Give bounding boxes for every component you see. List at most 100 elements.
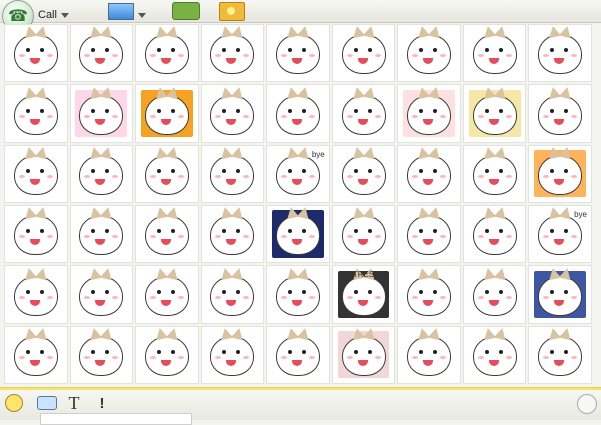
emoticon-cell[interactable] (462, 325, 527, 384)
emoticon-blush (571, 54, 578, 58)
emoticon-cell[interactable] (69, 325, 134, 384)
emoticon-cell[interactable] (69, 204, 134, 264)
emoticon-cell[interactable] (135, 204, 199, 264)
emoticon-cell[interactable] (397, 265, 461, 324)
emoticon-cell[interactable] (462, 24, 527, 83)
emoticon-face (144, 145, 189, 195)
font-button[interactable]: T (66, 393, 82, 413)
emoticon-blush (215, 174, 222, 178)
emoticon-cell[interactable] (397, 325, 461, 384)
emoticon-face (144, 25, 189, 75)
emoticon-cell[interactable]: bye (266, 144, 330, 203)
emoticon-cell[interactable] (69, 144, 134, 203)
emoticon-cell[interactable] (266, 84, 330, 143)
emoticon-face (472, 326, 517, 376)
emoticon-ear (427, 266, 443, 280)
chevron-down-icon[interactable] (138, 12, 146, 18)
emoticon-cell[interactable] (200, 24, 265, 83)
emoticon-ear (296, 326, 312, 341)
emoticon-mouth (291, 239, 302, 246)
emoticon-cell[interactable] (4, 24, 68, 83)
emoticon-cell[interactable] (462, 265, 527, 324)
emoticon-cell[interactable] (462, 204, 527, 264)
emoticon-face (341, 145, 386, 195)
emoticon-cell[interactable] (4, 144, 68, 203)
emoticon-cell[interactable] (4, 204, 68, 264)
emoticon-cell[interactable] (266, 24, 330, 83)
emoticon-cell[interactable] (528, 265, 592, 324)
emoticon-cell[interactable] (69, 265, 134, 324)
emoticon-cell[interactable] (397, 144, 461, 203)
emoticon-cell[interactable] (528, 325, 592, 384)
emoticon-cell[interactable] (528, 84, 592, 143)
emoticon-blush (505, 174, 512, 178)
emoticon-cell[interactable] (4, 265, 68, 324)
emoticon-eye (433, 108, 438, 113)
call-button[interactable]: ☎ Call (2, 0, 80, 32)
emoticon-blush (18, 54, 25, 58)
emoticon-cell[interactable]: STRESS (331, 265, 396, 324)
emoticon-cell[interactable] (69, 24, 134, 83)
emoticon-cell[interactable] (331, 24, 396, 83)
emoticon-cell[interactable] (135, 144, 199, 203)
emoticon-cell[interactable]: bye (528, 204, 592, 264)
emoticon-cell[interactable] (331, 325, 396, 384)
emoticon-cell[interactable] (135, 265, 199, 324)
emoticon-eye (105, 349, 110, 354)
emoticon-cell[interactable] (462, 144, 527, 203)
emoticon-cell[interactable] (4, 325, 68, 384)
emoticon-face (144, 326, 189, 376)
wink-icon (37, 396, 57, 410)
chevron-down-icon[interactable] (60, 12, 69, 18)
emoticon-cell[interactable] (200, 265, 265, 324)
emoticon-cell[interactable] (331, 84, 396, 143)
emoticon-mouth (29, 178, 40, 185)
emoticon-ear (350, 25, 365, 39)
emoticon-mouth (95, 359, 106, 366)
emoticon-button[interactable] (4, 393, 24, 413)
share-screen-button[interactable] (108, 2, 148, 20)
emoticon-eye (236, 289, 241, 294)
emoticon-blush (543, 114, 550, 118)
emoticon-cell[interactable] (331, 204, 396, 264)
emoticon-ear (165, 25, 181, 39)
options-button[interactable] (577, 394, 597, 414)
emoticon-cell[interactable] (397, 24, 461, 83)
emoticon-blush (243, 295, 250, 299)
emoticon-cell[interactable] (528, 24, 592, 83)
emoticon-cell[interactable] (266, 265, 330, 324)
emoticon-ear (34, 266, 49, 280)
emoticon-cell[interactable] (200, 144, 265, 203)
photos-button[interactable] (219, 1, 247, 21)
emoticon-cell[interactable] (200, 325, 265, 384)
emoticon-cell[interactable] (397, 84, 461, 143)
emoticon-face (407, 145, 452, 195)
emoticon-cell[interactable] (266, 204, 330, 264)
emoticon-cell[interactable] (200, 204, 265, 264)
emoticon-cell[interactable] (135, 325, 199, 384)
emoticon-cell[interactable] (69, 84, 134, 143)
emoticon-cell[interactable] (331, 144, 396, 203)
emoticon-cell[interactable] (528, 144, 592, 203)
emoticon-face (210, 205, 255, 256)
nudge-button[interactable]: ! (93, 393, 111, 413)
emoticon-eye (301, 229, 306, 234)
emoticon-blush (84, 355, 91, 359)
emoticon-cell[interactable] (4, 84, 68, 143)
emoticon-cell[interactable] (462, 84, 527, 143)
emoticon-cell[interactable] (397, 204, 461, 264)
emoticon-face (210, 85, 255, 135)
apps-button[interactable] (172, 2, 202, 20)
emoticon-cell[interactable] (200, 84, 265, 143)
emoticon-cell[interactable] (266, 325, 330, 384)
emoticon-ear (231, 85, 246, 99)
winks-button[interactable] (36, 393, 58, 413)
emoticon-cell[interactable] (135, 24, 199, 83)
emoticon-ear (100, 266, 115, 280)
emoticon-ear (481, 266, 496, 280)
emoticon-mouth (423, 118, 434, 125)
message-input[interactable] (40, 413, 192, 425)
emoticon-face (275, 205, 320, 256)
emoticon-cell[interactable] (135, 84, 199, 143)
emoticon-blush (18, 295, 25, 299)
